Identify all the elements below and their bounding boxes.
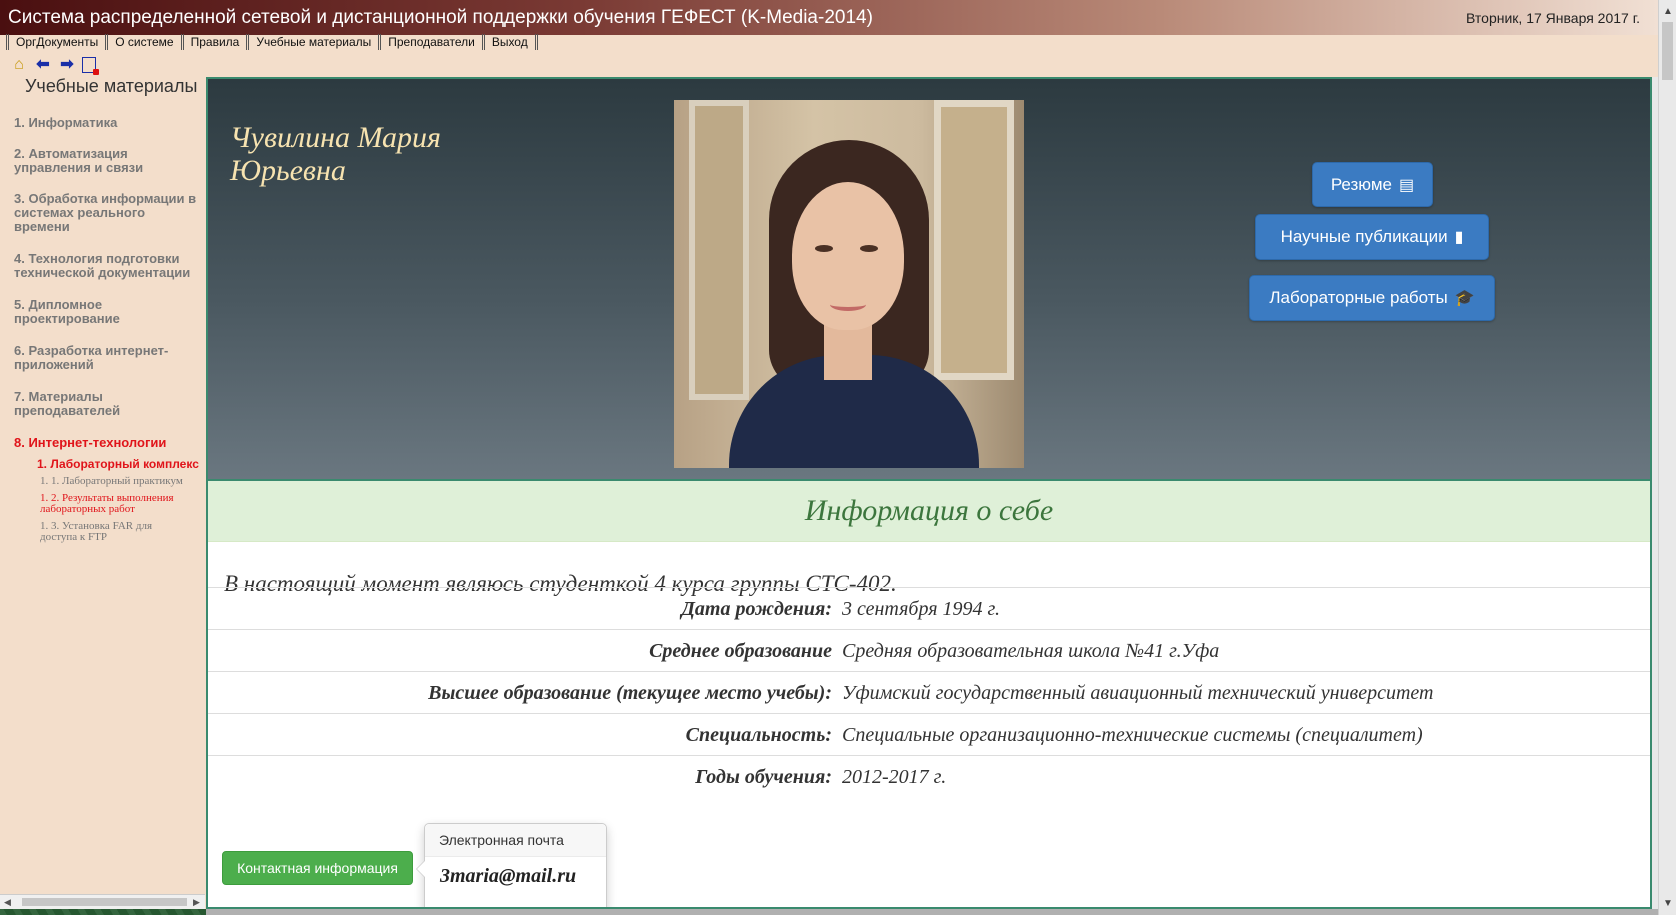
profile-content: Чувилина Мария Юрьевна Резюме ▤ Научные … bbox=[206, 77, 1652, 909]
toolbar: ⌂ ⬅ ➡ bbox=[10, 56, 99, 75]
menu-bar: ОргДокументы О системе Правила Учебные м… bbox=[6, 32, 538, 52]
sidebar-item-internet-tech[interactable]: 8. Интернет-технологии bbox=[14, 436, 204, 450]
info-row-value: Специальные организационно-технические с… bbox=[842, 724, 1423, 746]
labs-button-label: Лабораторные работы bbox=[1269, 288, 1448, 307]
sidebar-subsubitem-lab-results[interactable]: 1. 2. Результаты выполнения лабораторных… bbox=[40, 493, 190, 515]
publications-button-label: Научные публикации bbox=[1280, 227, 1448, 246]
window-title: Система распределенной сетевой и дистанц… bbox=[8, 7, 873, 28]
contact-popover: Электронная почта 3maria@mail.ru bbox=[416, 823, 607, 907]
forward-arrow-icon[interactable]: ➡ bbox=[58, 57, 76, 73]
sidebar-item-informatics[interactable]: 1. Информатика bbox=[14, 116, 204, 130]
sidebar-item-realtime[interactable]: 3. Обработка информации в системах реаль… bbox=[14, 192, 204, 234]
info-row-secondary-education: Среднее образование Средняя образователь… bbox=[208, 629, 1650, 673]
resume-button-label: Резюме bbox=[1330, 174, 1393, 194]
exit-icon[interactable] bbox=[82, 57, 99, 75]
info-heading: Информация о себе bbox=[208, 481, 1650, 542]
info-row-study-years: Годы обучения: 2012-2017 г. bbox=[208, 755, 1650, 799]
scrollbar-thumb[interactable] bbox=[22, 898, 187, 906]
scroll-up-icon[interactable]: ▲ bbox=[1663, 6, 1673, 17]
browser-window: Система распределенной сетевой и дистанц… bbox=[0, 0, 1658, 909]
list-icon: ▤ bbox=[1399, 176, 1415, 194]
info-row-label: Специальность: bbox=[685, 724, 832, 746]
sidebar-subsubitem-far-ftp[interactable]: 1. 3. Установка FAR для доступа к FTP bbox=[40, 521, 190, 543]
student-name: Чувилина Мария Юрьевна bbox=[230, 121, 441, 187]
info-row-value: 3 сентября 1994 г. bbox=[842, 598, 1001, 620]
home-icon[interactable]: ⌂ bbox=[10, 57, 28, 73]
sidebar-title: Учебные материалы bbox=[25, 76, 198, 96]
info-row-value: 2012-2017 г. bbox=[842, 766, 947, 788]
photo-eye bbox=[815, 245, 833, 252]
photo-background-frame bbox=[689, 100, 749, 400]
menu-item-about[interactable]: О системе bbox=[105, 34, 180, 50]
page-vertical-scrollbar[interactable]: ▲ ▼ bbox=[1658, 0, 1676, 915]
sidebar-item-automation[interactable]: 2. Автоматизация управления и связи bbox=[14, 147, 204, 175]
sidebar-subsubitem-lab-practicum[interactable]: 1. 1. Лабораторный практикум bbox=[40, 476, 190, 487]
photo-background-frame bbox=[934, 100, 1014, 380]
scrollbar-thumb[interactable] bbox=[1662, 22, 1673, 80]
menu-item-rules[interactable]: Правила bbox=[180, 34, 247, 50]
current-date: Вторник, 17 Января 2017 г. bbox=[1466, 10, 1640, 26]
sidebar-item-webapps[interactable]: 6. Разработка интернет-приложений bbox=[14, 344, 204, 372]
resume-button[interactable]: Резюме ▤ bbox=[1312, 162, 1433, 207]
profile-header: Чувилина Мария Юрьевна Резюме ▤ Научные … bbox=[208, 79, 1650, 481]
contact-info-button[interactable]: Контактная информация bbox=[222, 851, 413, 885]
back-arrow-icon[interactable]: ⬅ bbox=[34, 57, 52, 73]
sidebar-item-diploma[interactable]: 5. Дипломное проектирование bbox=[14, 298, 204, 326]
menu-item-teachers[interactable]: Преподаватели bbox=[378, 34, 482, 50]
info-row-label: Высшее образование (текущее место учебы)… bbox=[428, 682, 832, 704]
menu-item-materials[interactable]: Учебные материалы bbox=[246, 34, 378, 50]
photo-eye bbox=[860, 245, 878, 252]
sidebar: Учебные материалы 1. Информатика 2. Авто… bbox=[0, 76, 205, 896]
publications-button[interactable]: Научные публикации ▮ bbox=[1255, 214, 1489, 260]
info-row-value: Средняя образовательная школа №41 г.Уфа bbox=[842, 640, 1220, 662]
graduation-cap-icon: 🎓 bbox=[1454, 290, 1475, 307]
window-bottom-edge bbox=[206, 909, 1658, 915]
popover-title: Электронная почта bbox=[425, 824, 606, 857]
popover-arrow bbox=[416, 860, 425, 878]
title-bar: Система распределенной сетевой и дистанц… bbox=[0, 0, 1658, 35]
sidebar-item-techdocs[interactable]: 4. Технология подготовки технической док… bbox=[14, 252, 204, 280]
student-photo bbox=[674, 100, 1024, 468]
info-row-specialty: Специальность: Специальные организационн… bbox=[208, 713, 1650, 757]
scroll-down-icon[interactable]: ▼ bbox=[1663, 898, 1673, 909]
sidebar-subitem-lab-complex[interactable]: 1. Лабораторный комплекс bbox=[37, 457, 199, 471]
email-link[interactable]: 3maria@mail.ru bbox=[425, 857, 606, 888]
labs-button[interactable]: Лабораторные работы 🎓 bbox=[1249, 275, 1495, 321]
photo-mouth bbox=[830, 298, 866, 311]
sidebar-item-teacher-materials[interactable]: 7. Материалы преподавателей bbox=[14, 390, 204, 418]
info-row-label: Дата рождения: bbox=[681, 598, 832, 620]
info-row-birthdate: Дата рождения: 3 сентября 1994 г. bbox=[208, 587, 1650, 631]
sidebar-horizontal-scrollbar[interactable]: ◀ ▶ bbox=[0, 894, 205, 909]
info-row-value: Уфимский государственный авиационный тех… bbox=[842, 682, 1434, 704]
menu-item-orgdocs[interactable]: ОргДокументы bbox=[6, 34, 105, 50]
info-row-higher-education: Высшее образование (текущее место учебы)… bbox=[208, 671, 1650, 715]
info-row-label: Годы обучения: bbox=[695, 766, 832, 788]
info-row-label: Среднее образование bbox=[649, 640, 832, 662]
book-icon: ▮ bbox=[1454, 229, 1464, 246]
scroll-right-icon[interactable]: ▶ bbox=[193, 897, 200, 908]
scroll-left-icon[interactable]: ◀ bbox=[4, 897, 11, 908]
menu-item-exit[interactable]: Выход bbox=[481, 34, 538, 50]
